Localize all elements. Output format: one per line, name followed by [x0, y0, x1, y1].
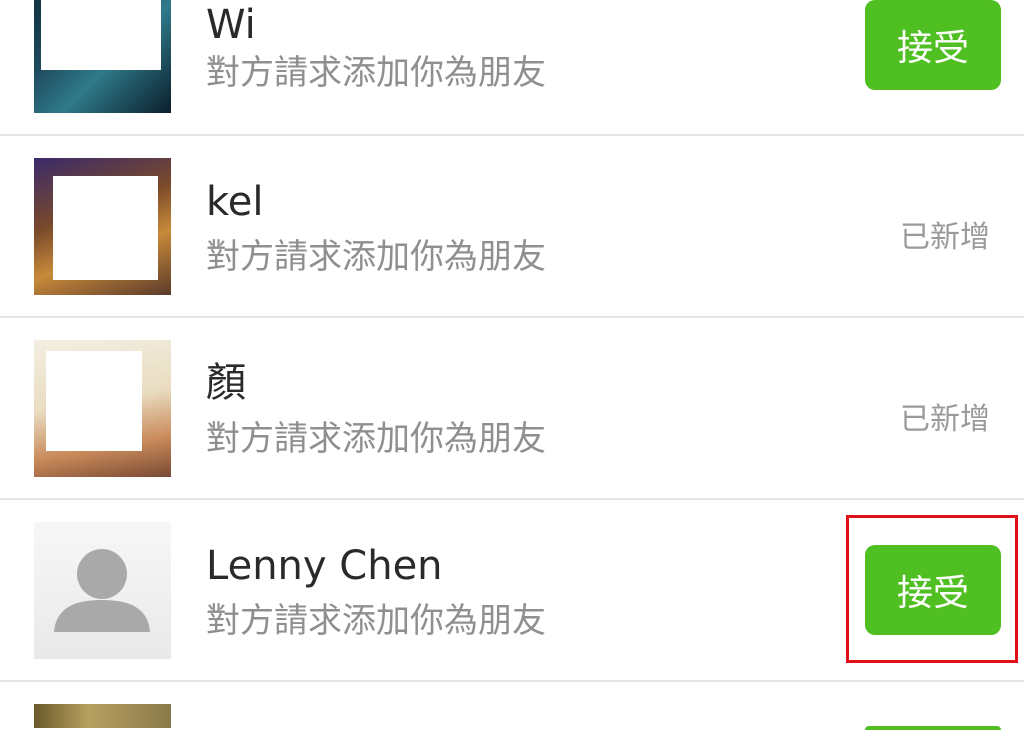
request-message: 對方請求添加你為朋友 [206, 53, 546, 93]
avatar [34, 340, 171, 477]
accept-button[interactable]: 接受 [865, 545, 1001, 635]
list-item[interactable]: Lenny Chen 對方請求添加你為朋友 接受 [0, 500, 1024, 682]
default-avatar [34, 522, 171, 659]
contact-name: Wi [206, 2, 256, 48]
contact-name: Lenny Chen [206, 543, 443, 589]
request-message: 對方請求添加你為朋友 [206, 237, 546, 277]
request-message: 對方請求添加你為朋友 [206, 601, 546, 641]
added-status: 已新增 [900, 402, 990, 437]
list-item[interactable]: Wi 對方請求添加你為朋友 接受 [0, 0, 1024, 136]
request-message: 對方請求添加你為朋友 [206, 419, 546, 459]
list-item[interactable]: 顏 對方請求添加你為朋友 已新增 [0, 318, 1024, 500]
person-silhouette-icon [54, 549, 150, 632]
avatar [34, 0, 171, 113]
list-item[interactable] [0, 682, 1024, 730]
contact-name: kel [206, 179, 264, 225]
contact-name: 顏 [206, 360, 246, 406]
avatar [34, 704, 171, 728]
added-status: 已新增 [900, 220, 990, 255]
accept-button[interactable] [865, 726, 1001, 730]
accept-button[interactable]: 接受 [865, 0, 1001, 90]
list-item[interactable]: kel 對方請求添加你為朋友 已新增 [0, 136, 1024, 318]
avatar [34, 158, 171, 295]
